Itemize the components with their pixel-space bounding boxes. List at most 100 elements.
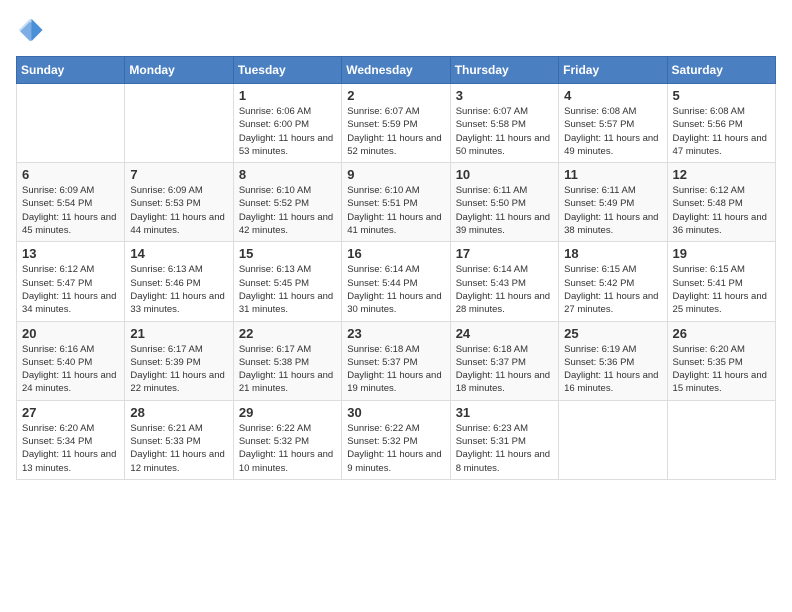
calendar-cell: 3Sunrise: 6:07 AM Sunset: 5:58 PM Daylig… xyxy=(450,84,558,163)
day-number: 18 xyxy=(564,246,661,261)
calendar-cell: 10Sunrise: 6:11 AM Sunset: 5:50 PM Dayli… xyxy=(450,163,558,242)
day-info: Sunrise: 6:11 AM Sunset: 5:49 PM Dayligh… xyxy=(564,184,661,237)
day-info: Sunrise: 6:16 AM Sunset: 5:40 PM Dayligh… xyxy=(22,343,119,396)
calendar-cell: 17 Sunrise: 6:14 AM Sunset: 5:43 PM Dayli… xyxy=(450,242,558,321)
day-info: Sunrise: 6:12 AM Sunset: 5:48 PM Dayligh… xyxy=(673,184,770,237)
day-number: 17 xyxy=(456,246,553,261)
calendar-cell: 18Sunrise: 6:15 AM Sunset: 5:42 PM Dayli… xyxy=(559,242,667,321)
day-number: 21 xyxy=(130,326,227,341)
calendar-cell: 14 Sunrise: 6:13 AM Sunset: 5:46 PM Dayli… xyxy=(125,242,233,321)
day-number: 14 xyxy=(130,246,227,261)
calendar-table: SundayMondayTuesdayWednesdayThursdayFrid… xyxy=(16,56,776,480)
calendar-cell: 1 Sunrise: 6:06 AM Sunset: 6:00 PM Daylig… xyxy=(233,84,341,163)
page-header xyxy=(16,16,776,44)
calendar-week-2: 6 Sunrise: 6:09 AM Sunset: 5:54 PM Daylig… xyxy=(17,163,776,242)
day-info: Sunrise: 6:13 AM Sunset: 5:46 PM Dayligh… xyxy=(130,263,227,316)
calendar-cell: 16 Sunrise: 6:14 AM Sunset: 5:44 PM Dayli… xyxy=(342,242,450,321)
day-info: Sunrise: 6:08 AM Sunset: 5:56 PM Dayligh… xyxy=(673,105,770,158)
day-number: 28 xyxy=(130,405,227,420)
calendar-cell: 20 Sunrise: 6:16 AM Sunset: 5:40 PM Dayli… xyxy=(17,321,125,400)
day-number: 22 xyxy=(239,326,336,341)
day-info: Sunrise: 6:18 AM Sunset: 5:37 PM Dayligh… xyxy=(456,343,553,396)
day-info: Sunrise: 6:20 AM Sunset: 5:34 PM Dayligh… xyxy=(22,422,119,475)
day-info: Sunrise: 6:10 AM Sunset: 5:52 PM Dayligh… xyxy=(239,184,336,237)
day-number: 8 xyxy=(239,167,336,182)
logo-icon xyxy=(16,16,44,44)
calendar-cell: 26 Sunrise: 6:20 AM Sunset: 5:35 PM Dayli… xyxy=(667,321,775,400)
day-info: Sunrise: 6:07 AM Sunset: 5:58 PM Dayligh… xyxy=(456,105,553,158)
day-info: Sunrise: 6:23 AM Sunset: 5:31 PM Dayligh… xyxy=(456,422,553,475)
calendar-cell: 22 Sunrise: 6:17 AM Sunset: 5:38 PM Dayli… xyxy=(233,321,341,400)
calendar-week-5: 27 Sunrise: 6:20 AM Sunset: 5:34 PM Dayli… xyxy=(17,400,776,479)
day-info: Sunrise: 6:09 AM Sunset: 5:54 PM Dayligh… xyxy=(22,184,119,237)
day-number: 30 xyxy=(347,405,444,420)
calendar-cell: 29Sunrise: 6:22 AM Sunset: 5:32 PM Dayli… xyxy=(233,400,341,479)
weekday-header-sunday: Sunday xyxy=(17,57,125,84)
calendar-cell: 2 Sunrise: 6:07 AM Sunset: 5:59 PM Daylig… xyxy=(342,84,450,163)
day-info: Sunrise: 6:21 AM Sunset: 5:33 PM Dayligh… xyxy=(130,422,227,475)
day-info: Sunrise: 6:14 AM Sunset: 5:43 PM Dayligh… xyxy=(456,263,553,316)
day-number: 23 xyxy=(347,326,444,341)
day-info: Sunrise: 6:10 AM Sunset: 5:51 PM Dayligh… xyxy=(347,184,444,237)
day-info: Sunrise: 6:14 AM Sunset: 5:44 PM Dayligh… xyxy=(347,263,444,316)
calendar-cell: 30Sunrise: 6:22 AM Sunset: 5:32 PM Dayli… xyxy=(342,400,450,479)
day-info: Sunrise: 6:08 AM Sunset: 5:57 PM Dayligh… xyxy=(564,105,661,158)
day-number: 2 xyxy=(347,88,444,103)
day-info: Sunrise: 6:09 AM Sunset: 5:53 PM Dayligh… xyxy=(130,184,227,237)
calendar-cell: 13Sunrise: 6:12 AM Sunset: 5:47 PM Dayli… xyxy=(17,242,125,321)
day-number: 7 xyxy=(130,167,227,182)
day-number: 19 xyxy=(673,246,770,261)
calendar-cell: 24 Sunrise: 6:18 AM Sunset: 5:37 PM Dayli… xyxy=(450,321,558,400)
day-info: Sunrise: 6:19 AM Sunset: 5:36 PM Dayligh… xyxy=(564,343,661,396)
day-info: Sunrise: 6:15 AM Sunset: 5:41 PM Dayligh… xyxy=(673,263,770,316)
day-info: Sunrise: 6:18 AM Sunset: 5:37 PM Dayligh… xyxy=(347,343,444,396)
weekday-header-thursday: Thursday xyxy=(450,57,558,84)
calendar-cell: 9 Sunrise: 6:10 AM Sunset: 5:51 PM Daylig… xyxy=(342,163,450,242)
day-number: 20 xyxy=(22,326,119,341)
day-number: 6 xyxy=(22,167,119,182)
day-number: 5 xyxy=(673,88,770,103)
weekday-header-row: SundayMondayTuesdayWednesdayThursdayFrid… xyxy=(17,57,776,84)
day-number: 27 xyxy=(22,405,119,420)
day-number: 9 xyxy=(347,167,444,182)
calendar-cell: 8 Sunrise: 6:10 AM Sunset: 5:52 PM Daylig… xyxy=(233,163,341,242)
day-info: Sunrise: 6:07 AM Sunset: 5:59 PM Dayligh… xyxy=(347,105,444,158)
day-number: 24 xyxy=(456,326,553,341)
day-info: Sunrise: 6:17 AM Sunset: 5:38 PM Dayligh… xyxy=(239,343,336,396)
day-number: 26 xyxy=(673,326,770,341)
day-number: 15 xyxy=(239,246,336,261)
calendar-cell xyxy=(667,400,775,479)
calendar-cell: 4 Sunrise: 6:08 AM Sunset: 5:57 PM Daylig… xyxy=(559,84,667,163)
day-number: 31 xyxy=(456,405,553,420)
calendar-week-4: 20 Sunrise: 6:16 AM Sunset: 5:40 PM Dayli… xyxy=(17,321,776,400)
weekday-header-monday: Monday xyxy=(125,57,233,84)
day-info: Sunrise: 6:06 AM Sunset: 6:00 PM Dayligh… xyxy=(239,105,336,158)
day-info: Sunrise: 6:20 AM Sunset: 5:35 PM Dayligh… xyxy=(673,343,770,396)
logo xyxy=(16,16,48,44)
day-number: 1 xyxy=(239,88,336,103)
weekday-header-wednesday: Wednesday xyxy=(342,57,450,84)
day-info: Sunrise: 6:11 AM Sunset: 5:50 PM Dayligh… xyxy=(456,184,553,237)
calendar-cell xyxy=(125,84,233,163)
day-number: 4 xyxy=(564,88,661,103)
day-number: 25 xyxy=(564,326,661,341)
calendar-cell: 21 Sunrise: 6:17 AM Sunset: 5:39 PM Dayli… xyxy=(125,321,233,400)
day-info: Sunrise: 6:12 AM Sunset: 5:47 PM Dayligh… xyxy=(22,263,119,316)
calendar-cell: 15Sunrise: 6:13 AM Sunset: 5:45 PM Dayli… xyxy=(233,242,341,321)
calendar-cell: 28 Sunrise: 6:21 AM Sunset: 5:33 PM Dayli… xyxy=(125,400,233,479)
calendar-cell: 27 Sunrise: 6:20 AM Sunset: 5:34 PM Dayli… xyxy=(17,400,125,479)
calendar-cell xyxy=(559,400,667,479)
calendar-cell: 12Sunrise: 6:12 AM Sunset: 5:48 PM Dayli… xyxy=(667,163,775,242)
calendar-week-1: 1 Sunrise: 6:06 AM Sunset: 6:00 PM Daylig… xyxy=(17,84,776,163)
weekday-header-tuesday: Tuesday xyxy=(233,57,341,84)
calendar-cell xyxy=(17,84,125,163)
calendar-cell: 6 Sunrise: 6:09 AM Sunset: 5:54 PM Daylig… xyxy=(17,163,125,242)
calendar-week-3: 13Sunrise: 6:12 AM Sunset: 5:47 PM Dayli… xyxy=(17,242,776,321)
weekday-header-friday: Friday xyxy=(559,57,667,84)
day-number: 11 xyxy=(564,167,661,182)
calendar-cell: 19 Sunrise: 6:15 AM Sunset: 5:41 PM Dayli… xyxy=(667,242,775,321)
day-info: Sunrise: 6:17 AM Sunset: 5:39 PM Dayligh… xyxy=(130,343,227,396)
day-info: Sunrise: 6:22 AM Sunset: 5:32 PM Dayligh… xyxy=(239,422,336,475)
day-number: 16 xyxy=(347,246,444,261)
weekday-header-saturday: Saturday xyxy=(667,57,775,84)
